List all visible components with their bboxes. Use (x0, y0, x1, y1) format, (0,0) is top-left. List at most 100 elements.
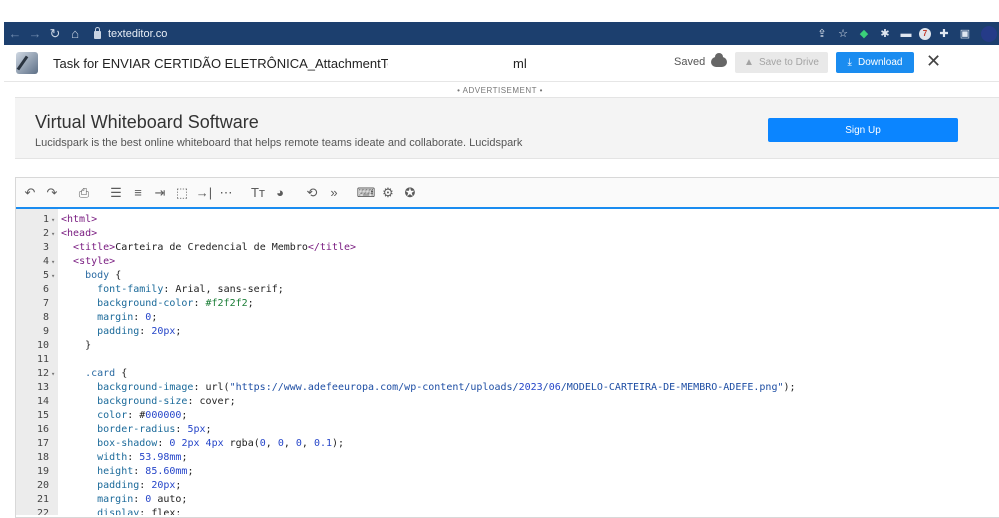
code-line[interactable]: 16 border-radius: 5px; (16, 423, 999, 437)
line-number: 3 (42, 242, 49, 253)
close-icon[interactable]: ✕ (926, 51, 941, 72)
puzzle-icon[interactable]: ✚ (936, 26, 952, 42)
code-line[interactable]: 10 } (16, 339, 999, 353)
code-line[interactable]: 2 ▾ <head> (16, 227, 999, 241)
line-number: 20 (36, 480, 49, 491)
sign-up-button[interactable]: Sign Up (768, 118, 958, 142)
save-to-drive-button[interactable]: ▲ Save to Drive (735, 52, 828, 73)
download-button[interactable]: ⤓ Download (836, 52, 914, 73)
line-number: 22 (36, 508, 49, 515)
code-line[interactable]: 21 margin: 0 auto; (16, 493, 999, 507)
more-icon[interactable]: ⋯ (216, 183, 236, 203)
reload-icon[interactable]: ↻ (46, 25, 64, 43)
code-line[interactable]: 19 height: 85.60mm; (16, 465, 999, 479)
back-icon[interactable]: ← (6, 25, 24, 43)
code-text: <head> (61, 228, 98, 239)
document-title[interactable]: Task for ENVIAR CERTIDÃO ELETRÔNICA_Atta… (53, 56, 388, 71)
url-text: texteditor.co (108, 27, 168, 40)
indent-icon[interactable]: ⇥ (150, 183, 170, 203)
code-line[interactable]: 20 padding: 20px; (16, 479, 999, 493)
line-number: 19 (36, 466, 49, 477)
line-number: 10 (36, 340, 49, 351)
code-text: margin: 0 auto; (97, 494, 188, 505)
code-line[interactable]: 7 background-color: #f2f2f2; (16, 297, 999, 311)
code-editor[interactable]: ↶ ↷ ⎙ ☰ ≡ ⇥ ⬚ →| ⋯ Tт ◕ ⟲ » ⌨ ⚙ ✪ 1 ▾ <htm… (15, 177, 999, 518)
code-text: margin: 0; (97, 312, 158, 323)
line-number: 14 (36, 396, 49, 407)
code-text: color: #000000; (97, 410, 188, 421)
line-number: 2 (42, 228, 49, 239)
code-line[interactable]: 5 ▾ body { (16, 269, 999, 283)
code-text: body { (85, 270, 122, 281)
code-line[interactable]: 8 margin: 0; (16, 311, 999, 325)
gear-extension-icon[interactable]: ✱ (877, 26, 893, 42)
lock-icon (94, 26, 101, 39)
undo-icon[interactable]: ↶ (20, 183, 40, 203)
code-text: .card { (85, 368, 128, 379)
line-number: 16 (36, 424, 49, 435)
star-icon[interactable]: ✪ (400, 183, 420, 203)
code-text: font-family: Arial, sans-serif; (97, 284, 284, 295)
code-line[interactable]: 14 background-size: cover; (16, 395, 999, 409)
green-extension-icon[interactable]: ◆ (856, 26, 872, 42)
code-text: width: 53.98mm; (97, 452, 188, 463)
code-line[interactable]: 18 width: 53.98mm; (16, 451, 999, 465)
fold-arrow-icon[interactable]: ▾ (51, 227, 55, 241)
code-text: background-color: #f2f2f2; (97, 298, 254, 309)
ad-text: Lucidspark is the best online whiteboard… (35, 137, 523, 149)
fast-forward-icon[interactable]: » (324, 183, 344, 203)
code-text: border-radius: 5px; (97, 424, 212, 435)
fold-arrow-icon[interactable]: ▾ (51, 255, 55, 269)
saved-label: Saved (674, 56, 706, 68)
window-top-strip (0, 0, 999, 22)
fold-arrow-icon[interactable]: ▾ (51, 269, 55, 283)
fold-arrow-icon[interactable]: ▾ (51, 367, 55, 381)
share-icon[interactable]: ⇪ (814, 26, 830, 42)
font-size-icon[interactable]: Tт (248, 183, 268, 203)
numbered-list-icon[interactable]: ☰ (106, 183, 126, 203)
select-all-icon[interactable]: ⬚ (172, 183, 192, 203)
code-line[interactable]: 3 <title>Carteira de Credencial de Membr… (16, 241, 999, 255)
line-number: 6 (42, 284, 49, 295)
forward-icon[interactable]: → (26, 25, 44, 43)
code-text: background-size: cover; (97, 396, 236, 407)
wrap-icon[interactable]: ≡ (128, 183, 148, 203)
gear-icon[interactable]: ⚙ (378, 183, 398, 203)
line-number: 13 (36, 382, 49, 393)
profile-avatar[interactable] (981, 25, 997, 42)
line-number: 21 (36, 494, 49, 505)
flag-extension-icon[interactable]: ▬ (898, 26, 914, 42)
line-number: 12 (36, 368, 49, 379)
code-text: padding: 20px; (97, 480, 182, 491)
code-text: padding: 20px; (97, 326, 182, 337)
code-line[interactable]: 11 (16, 353, 999, 367)
address-bar[interactable]: texteditor.co (94, 26, 168, 40)
code-line[interactable]: 17 box-shadow: 0 2px 4px rgba(0, 0, 0, 0… (16, 437, 999, 451)
code-text: box-shadow: 0 2px 4px rgba(0, 0, 0, 0.1)… (97, 438, 345, 449)
bookmark-star-icon[interactable]: ☆ (835, 26, 851, 42)
advertisement-banner[interactable]: Virtual Whiteboard Software Lucidspark i… (15, 97, 999, 159)
palette-icon[interactable]: ◕ (270, 183, 290, 203)
browser-toolbar: ← → ↻ ⌂ texteditor.co ⇪ ☆ ◆ ✱ ▬ 7 ✚ ▣ (4, 22, 999, 45)
code-area[interactable]: 1 ▾ <html> 2 ▾ <head> 3 <title>Carteira de Cre… (16, 209, 999, 515)
code-line[interactable]: 4 ▾ <style> (16, 255, 999, 269)
keyboard-icon[interactable]: ⌨ (356, 183, 376, 203)
red-badge-extension-icon[interactable]: 7 (919, 27, 931, 40)
search-replace-icon[interactable]: ⟲ (302, 183, 322, 203)
home-icon[interactable]: ⌂ (66, 25, 84, 43)
code-line[interactable]: 15 color: #000000; (16, 409, 999, 423)
code-line[interactable]: 22 display: flex; (16, 507, 999, 515)
code-text: <html> (61, 214, 98, 225)
code-line[interactable]: 9 padding: 20px; (16, 325, 999, 339)
print-icon[interactable]: ⎙ (74, 183, 94, 203)
code-line[interactable]: 6 font-family: Arial, sans-serif; (16, 283, 999, 297)
code-line[interactable]: 12 ▾ .card { (16, 367, 999, 381)
code-line[interactable]: 13 background-image: url("https://www.ad… (16, 381, 999, 395)
tab-icon[interactable]: →| (194, 183, 214, 203)
editor-toolbar: ↶ ↷ ⎙ ☰ ≡ ⇥ ⬚ →| ⋯ Tт ◕ ⟲ » ⌨ ⚙ ✪ (16, 178, 999, 209)
fold-arrow-icon[interactable]: ▾ (51, 213, 55, 227)
redo-icon[interactable]: ↷ (42, 183, 62, 203)
sidebar-icon[interactable]: ▣ (957, 26, 973, 42)
ad-title[interactable]: Virtual Whiteboard Software (35, 112, 259, 133)
code-line[interactable]: 1 ▾ <html> (16, 213, 999, 227)
